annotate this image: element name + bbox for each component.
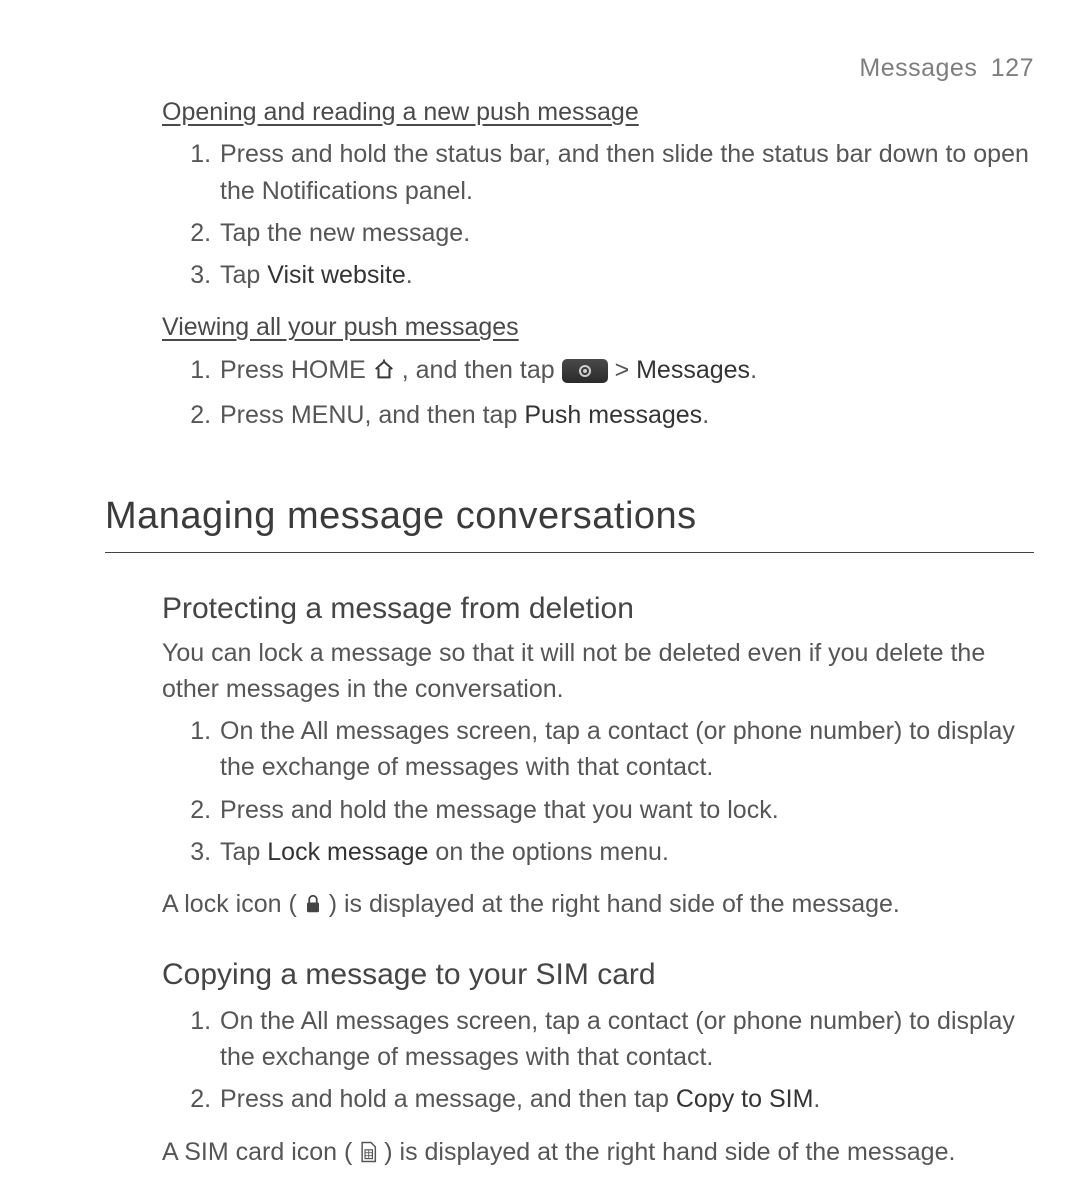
text: ) is displayed at the right hand side of…	[384, 1138, 955, 1166]
step-text: On the All messages screen, tap a contac…	[220, 717, 1015, 781]
ui-label-visit-website: Visit website	[267, 261, 406, 289]
list-item: Tap Lock message on the options menu.	[218, 834, 1034, 870]
running-header: Messages 127	[859, 50, 1034, 86]
step-text: Press and hold a message, and then tap	[220, 1085, 676, 1113]
subheading-open-push: Opening and reading a new push message	[162, 94, 1034, 130]
paragraph: A lock icon ( ) is displayed at the righ…	[162, 886, 1034, 925]
subheading-view-push: Viewing all your push messages	[162, 309, 1034, 345]
list-item: Press and hold the message that you want…	[218, 792, 1034, 828]
step-text: Tap the new message.	[220, 219, 470, 247]
lock-icon	[304, 889, 322, 925]
list-item: Press and hold a message, and then tap C…	[218, 1081, 1034, 1117]
ui-label-push-messages: Push messages	[524, 401, 702, 429]
sim-card-icon	[359, 1137, 377, 1173]
step-text: On the All messages screen, tap a contac…	[220, 1007, 1015, 1071]
step-text: on the options menu.	[428, 838, 668, 866]
step-text: Tap	[220, 261, 267, 289]
heading-copy-to-sim: Copying a message to your SIM card	[162, 953, 1034, 997]
ui-label-copy-to-sim: Copy to SIM	[676, 1085, 814, 1113]
list-item: On the All messages screen, tap a contac…	[218, 1003, 1034, 1076]
step-text: .	[702, 401, 709, 429]
step-text: .	[750, 356, 757, 384]
steps-protect-message: On the All messages screen, tap a contac…	[162, 713, 1034, 870]
step-text: Press HOME	[220, 356, 373, 384]
list-item: On the All messages screen, tap a contac…	[218, 713, 1034, 786]
section-divider: Managing message conversations	[105, 489, 1034, 553]
step-text: .	[813, 1085, 820, 1113]
heading-protecting-message: Protecting a message from deletion	[162, 587, 1034, 631]
ui-label-messages: Messages	[636, 356, 750, 384]
list-item: Press HOME , and then tap > Messages.	[218, 352, 1034, 391]
apps-icon	[562, 359, 608, 383]
list-item: Press and hold the status bar, and then …	[218, 136, 1034, 209]
section-name: Messages	[859, 54, 977, 82]
page: Messages 127 Opening and reading a new p…	[0, 0, 1080, 1080]
heading-managing-conversations: Managing message conversations	[105, 489, 1034, 544]
steps-view-push: Press HOME , and then tap > Messages. Pr…	[162, 352, 1034, 434]
step-text: Press MENU, and then tap	[220, 401, 524, 429]
steps-copy-sim: On the All messages screen, tap a contac…	[162, 1003, 1034, 1118]
page-content: Opening and reading a new push message P…	[162, 82, 1034, 1179]
step-text: Press and hold the status bar, and then …	[220, 140, 1029, 204]
step-text: .	[406, 261, 413, 289]
list-item: Tap the new message.	[218, 215, 1034, 251]
paragraph: A SIM card icon ( ) is displayed at the …	[162, 1134, 1034, 1173]
text: A lock icon (	[162, 890, 304, 918]
ui-label-lock-message: Lock message	[267, 838, 428, 866]
step-text: , and then tap	[402, 356, 562, 384]
step-text: >	[615, 356, 637, 384]
page-number: 127	[991, 54, 1034, 82]
step-text: Press and hold the message that you want…	[220, 796, 779, 824]
text: ) is displayed at the right hand side of…	[329, 890, 900, 918]
steps-open-push: Press and hold the status bar, and then …	[162, 136, 1034, 293]
text: A SIM card icon (	[162, 1138, 359, 1166]
list-item: Tap Visit website.	[218, 257, 1034, 293]
step-text: Tap	[220, 838, 267, 866]
paragraph: You can lock a message so that it will n…	[162, 635, 1034, 708]
home-icon	[373, 355, 395, 391]
list-item: Press MENU, and then tap Push messages.	[218, 397, 1034, 433]
